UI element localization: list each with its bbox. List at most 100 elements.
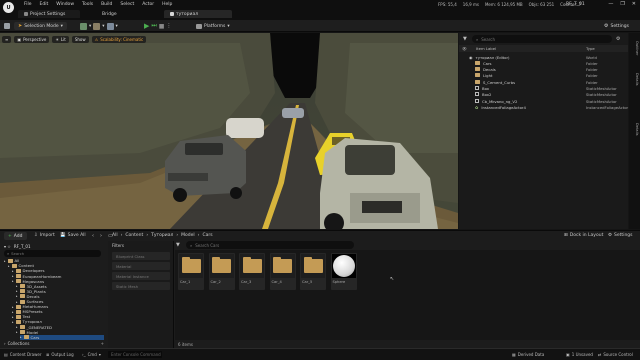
stop-icon[interactable]: ■ xyxy=(159,23,165,30)
save-all-button[interactable]: 💾 Save All xyxy=(60,233,86,238)
side-tab-details[interactable]: Details xyxy=(630,73,639,85)
back-icon[interactable]: ‹ xyxy=(92,233,94,239)
folder-tree-header[interactable]: ▾ ☆ RF_T_01 xyxy=(4,243,104,249)
menu-window[interactable]: Window xyxy=(56,2,74,7)
menu-actor[interactable]: Actor xyxy=(142,2,154,7)
scalability-button[interactable]: ⚠ Scalability: Cinematic xyxy=(91,36,147,43)
mesh-icon xyxy=(475,86,479,90)
breadcrumb-separator-icon: › xyxy=(146,233,149,238)
add-button[interactable]: + Add xyxy=(4,232,27,240)
import-button[interactable]: ⇩ Import xyxy=(34,233,55,238)
asset-tile[interactable]: Car_3 xyxy=(239,253,265,290)
collections-section[interactable]: › Collections + xyxy=(4,340,104,346)
menu-file[interactable]: File xyxy=(24,2,32,7)
content-browser-settings-button[interactable]: ⚙ Settings xyxy=(608,233,633,238)
outliner-row[interactable]: Decals Folder xyxy=(459,67,628,73)
perspective-button[interactable]: ▣ Perspective xyxy=(14,36,50,43)
side-tab-details-2[interactable]: Details xyxy=(630,123,639,135)
asset-tile[interactable]: Car_1 xyxy=(178,253,204,290)
folder-search-input[interactable]: ⌕ Search xyxy=(4,250,101,257)
more-icon[interactable]: ⋮ xyxy=(166,23,171,29)
maximize-button[interactable]: ❐ xyxy=(620,1,624,7)
filter-icon[interactable]: ▼ xyxy=(463,36,469,42)
menu-help[interactable]: Help xyxy=(162,2,172,7)
derived-data-button[interactable]: ▦ Derived Data xyxy=(512,351,544,358)
asset-tile[interactable]: Car_5 xyxy=(300,253,326,290)
outliner-row[interactable]: Cb_Mkvano_ng_V2 StaticMeshActor xyxy=(459,98,628,104)
menu-edit[interactable]: Edit xyxy=(40,2,49,7)
chevron-right-icon[interactable]: ▸ xyxy=(12,320,14,324)
breadcrumb-all[interactable]: All xyxy=(112,233,118,238)
selection-mode-dropdown[interactable]: ➤ Selection Mode ▾ xyxy=(14,22,67,30)
tab-level[interactable]: тутоpиал xyxy=(164,10,232,18)
side-tab-outliner[interactable]: Outliner xyxy=(630,41,639,55)
chevron-right-icon[interactable]: ▸ xyxy=(8,264,10,268)
breadcrumb-content[interactable]: Content xyxy=(125,233,143,238)
unreal-logo-icon[interactable]: U xyxy=(3,2,14,13)
filter-material-instance[interactable]: Material Instance xyxy=(112,272,170,280)
log-icon: ≣ xyxy=(46,352,50,357)
content-drawer-button[interactable]: ▤ Content Drawer xyxy=(4,351,42,358)
play-step-icon[interactable]: ⏭ xyxy=(151,22,156,30)
forward-icon[interactable]: › xyxy=(100,233,102,239)
chevron-right-icon[interactable]: ▸ xyxy=(20,335,22,339)
breadcrumb-cars[interactable]: Cars xyxy=(202,233,212,238)
chevron-right-icon[interactable]: ▸ xyxy=(12,279,14,283)
outliner-settings-icon[interactable]: ⚙ xyxy=(616,36,620,42)
filter-blueprint-class[interactable]: Blueprint Class xyxy=(112,252,170,260)
asset-search-input[interactable]: ⌕ Search Cars xyxy=(186,241,354,249)
right-side-tabs: Outliner Details Details xyxy=(629,33,640,229)
outliner-search-input[interactable]: ⌕ Search xyxy=(472,35,612,43)
save-current-button[interactable] xyxy=(4,22,10,30)
fps-stat: FPS: 55,4 xyxy=(438,2,457,7)
filter-static-mesh[interactable]: Static Mesh xyxy=(112,282,170,290)
play-icon[interactable]: ▶ xyxy=(144,22,149,30)
menu-select[interactable]: Select xyxy=(120,2,134,7)
asset-tile[interactable]: Car_2 xyxy=(208,253,235,290)
platforms-dropdown[interactable]: Platforms ▾ xyxy=(196,22,230,30)
asset-thumbnail xyxy=(179,254,203,278)
breadcrumb-project[interactable]: Тутоpиал xyxy=(151,233,173,238)
breadcrumb-model[interactable]: Model xyxy=(181,233,195,238)
save-all-label: Save All xyxy=(67,233,86,238)
level-viewport[interactable] xyxy=(0,33,458,229)
unsaved-button[interactable]: ▣ 1 Unsaved xyxy=(566,351,593,358)
asset-thumbnail xyxy=(240,254,264,278)
asset-tile[interactable]: Sphere xyxy=(330,253,357,290)
show-button[interactable]: Show xyxy=(71,36,89,43)
minimize-button[interactable]: — xyxy=(608,1,613,7)
asset-label: Car_2 xyxy=(210,280,221,284)
play-controls[interactable]: ▶ ⏭ ■ ⋮ xyxy=(144,22,171,30)
chevron-right-icon[interactable]: ▸ xyxy=(16,330,18,334)
add-actor-buttons[interactable]: ▾ ▾ ▾ xyxy=(80,22,118,30)
chevron-right-icon[interactable]: ▸ xyxy=(4,259,6,263)
asset-filter-icon[interactable]: ▼ xyxy=(176,242,180,248)
outliner-row[interactable]: S_Cement_Curbs Folder xyxy=(459,79,628,85)
tab-bridge[interactable]: Bridge xyxy=(96,10,136,18)
item-label-header[interactable]: Item Label xyxy=(476,46,496,51)
tab-project-settings[interactable]: Project Settings xyxy=(18,10,80,18)
outliner-row[interactable]: Light Folder xyxy=(459,73,628,79)
cmd-dropdown[interactable]: ›_ Cmd ▾ xyxy=(82,351,101,358)
import-icon: ⇩ xyxy=(34,233,38,238)
menu-tools[interactable]: Tools xyxy=(82,2,93,7)
filter-material[interactable]: Material xyxy=(112,262,170,270)
type-header[interactable]: Type xyxy=(586,46,595,51)
lit-button[interactable]: ☀ Lit xyxy=(52,36,69,43)
console-input[interactable]: Enter Console Command xyxy=(108,351,162,358)
toolbar-settings-button[interactable]: ⚙ Settings xyxy=(604,22,629,30)
asset-tile[interactable]: Car_4 xyxy=(269,253,296,290)
outliner-row[interactable]: ◉ тутоpиал (Editor) World xyxy=(459,54,628,60)
outliner-row[interactable]: Box StaticMeshActor xyxy=(459,86,628,92)
add-collection-icon[interactable]: + xyxy=(101,341,104,346)
menu-build[interactable]: Build xyxy=(101,2,112,7)
viewport-menu-button[interactable]: ≡ xyxy=(2,36,12,43)
platforms-label: Platforms xyxy=(204,23,226,29)
outliner-row[interactable]: Cars Folder xyxy=(459,60,628,66)
output-log-button[interactable]: ≣ Output Log xyxy=(46,351,74,358)
dock-in-layout-button[interactable]: ⊞ Dock in Layout xyxy=(564,233,603,238)
close-button[interactable]: ✕ xyxy=(632,1,636,7)
outliner-row[interactable]: ✿ InstancedFoliageActor4 InstancedFoliageA… xyxy=(459,104,628,110)
source-control-button[interactable]: ⇄ Source Control xyxy=(598,351,633,358)
outliner-row[interactable]: Box2 StaticMeshActor xyxy=(459,92,628,98)
